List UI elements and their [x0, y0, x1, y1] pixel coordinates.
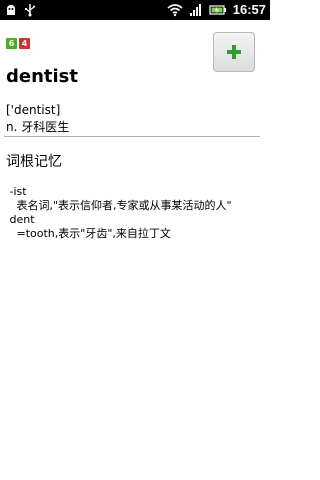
word-phonetic: ['dentist]: [6, 103, 61, 117]
word-meaning: n. 牙科医生: [6, 120, 70, 134]
divider: [4, 136, 260, 137]
etymology-line: =tooth,表示"牙齿",来自拉丁文: [6, 227, 171, 240]
status-time: 16:57: [232, 2, 266, 17]
etymology-body: -ist 表名词,"表示信仰者,专家或从事某活动的人" dent =tooth,…: [6, 185, 232, 241]
etymology-title: 词根记忆: [6, 154, 62, 170]
signal-icon: [189, 3, 203, 17]
etymology-line: -ist: [6, 185, 27, 198]
word-title: dentist: [6, 66, 78, 87]
battery-icon: [209, 3, 227, 17]
word-detail-screen: 6 4 dentist ['dentist] n. 牙科医生 词根记忆 -ist…: [0, 20, 270, 480]
plus-icon: [226, 44, 242, 60]
status-bar: 16:57: [0, 0, 270, 20]
etymology-line: 表名词,"表示信仰者,专家或从事某活动的人": [6, 199, 232, 212]
badge-wrong-count: 4: [19, 38, 30, 49]
usb-debug-icon: [4, 3, 18, 17]
review-badges: 6 4: [6, 38, 30, 49]
status-left-icons: [4, 2, 36, 18]
add-word-button[interactable]: [213, 32, 255, 72]
etymology-line: dent: [6, 213, 35, 226]
wifi-icon: [167, 3, 183, 17]
usb-icon: [24, 3, 36, 17]
status-right-icons: 16:57: [167, 2, 266, 18]
badge-correct-count: 6: [6, 38, 17, 49]
